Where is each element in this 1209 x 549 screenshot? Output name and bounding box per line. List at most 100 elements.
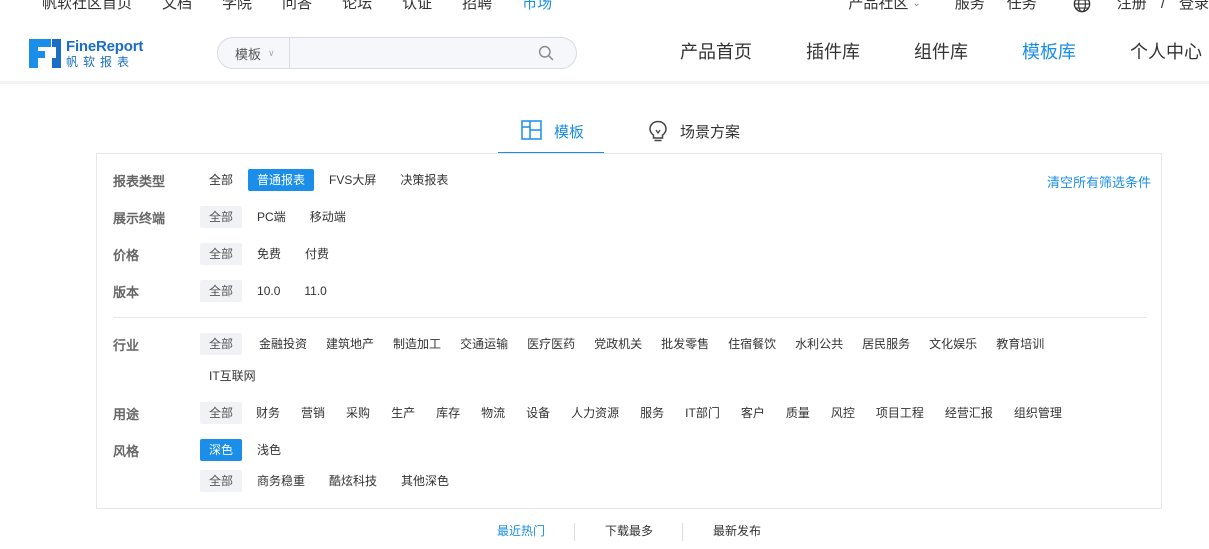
- filter-option[interactable]: 浅色: [248, 439, 290, 461]
- chevron-down-icon: ⌄: [912, 0, 921, 9]
- filter-option[interactable]: IT部门: [676, 402, 729, 424]
- content-tabs: 模板 场景方案: [498, 117, 740, 154]
- register-link[interactable]: 注册: [1117, 0, 1147, 18]
- filter-option[interactable]: 客户: [732, 402, 774, 424]
- globe-icon[interactable]: [1073, 0, 1091, 13]
- top-link-forum[interactable]: 论坛: [342, 0, 372, 18]
- filter-option[interactable]: 生产: [382, 402, 424, 424]
- clear-filters-link[interactable]: 清空所有筛选条件: [1047, 172, 1151, 191]
- filter-option[interactable]: 建筑地产: [317, 333, 383, 355]
- nav-template-store[interactable]: 模板库: [1022, 38, 1076, 64]
- product-community-link[interactable]: 产品社区: [848, 0, 908, 18]
- filter-option[interactable]: 风控: [822, 402, 864, 424]
- filter-option[interactable]: 居民服务: [853, 333, 919, 355]
- finereport-logo-icon: [29, 39, 61, 68]
- filter-option-selected[interactable]: 全部: [200, 243, 243, 265]
- filter-row-style: 风格 深色 浅色: [113, 439, 296, 461]
- filter-option[interactable]: 营销: [292, 402, 334, 424]
- filter-option[interactable]: 服务: [631, 402, 673, 424]
- filter-option-selected[interactable]: 全部: [200, 402, 243, 424]
- filter-row-industry-cont: IT互联网: [200, 365, 271, 387]
- filter-option[interactable]: 组织管理: [1005, 402, 1071, 424]
- filter-option[interactable]: FVS大屏: [320, 169, 385, 191]
- logo[interactable]: FineReport 帆软报表: [28, 36, 144, 70]
- filter-option[interactable]: 10.0: [248, 280, 289, 302]
- filter-option[interactable]: 其他深色: [392, 470, 458, 492]
- filter-option-selected[interactable]: 深色: [200, 439, 243, 461]
- filter-option[interactable]: 党政机关: [585, 333, 651, 355]
- filter-option[interactable]: 批发零售: [652, 333, 718, 355]
- filter-option[interactable]: 采购: [337, 402, 379, 424]
- filter-option[interactable]: 水利公共: [786, 333, 852, 355]
- filter-row-usage: 用途 全部 财务 营销 采购 生产 库存 物流 设备 人力资源 服务 IT部门 …: [113, 402, 1077, 424]
- filter-option[interactable]: 金融投资: [250, 333, 316, 355]
- sort-most-downloaded[interactable]: 下载最多: [605, 522, 653, 539]
- filter-option[interactable]: 住宿餐饮: [719, 333, 785, 355]
- tab-scene-label: 场景方案: [680, 124, 741, 141]
- filter-option[interactable]: 设备: [517, 402, 559, 424]
- filter-option[interactable]: 酷炫科技: [320, 470, 386, 492]
- tab-scene-solution[interactable]: 场景方案: [648, 117, 740, 154]
- top-link-docs[interactable]: 文档: [162, 0, 192, 18]
- filter-option[interactable]: 医疗医药: [518, 333, 584, 355]
- logo-text-en: FineReport: [66, 37, 144, 55]
- filter-option[interactable]: 质量: [777, 402, 819, 424]
- filter-option[interactable]: 财务: [247, 402, 289, 424]
- lightbulb-icon: [649, 120, 667, 142]
- sort-recent-hot[interactable]: 最近热门: [497, 522, 545, 539]
- auth-divider: /: [1160, 0, 1165, 12]
- logo-text-cn: 帆软报表: [66, 54, 135, 69]
- filter-label: 风格: [113, 443, 140, 459]
- filter-option[interactable]: 决策报表: [391, 169, 457, 191]
- top-link-cert[interactable]: 认证: [402, 0, 432, 18]
- login-link[interactable]: 登录: [1179, 0, 1209, 18]
- service-link[interactable]: 服务: [955, 0, 985, 18]
- filter-option[interactable]: PC端: [248, 206, 295, 228]
- search-scope-select[interactable]: 模板 ∨: [218, 38, 290, 68]
- nav-plugin-store[interactable]: 插件库: [806, 38, 860, 64]
- nav-personal-center[interactable]: 个人中心: [1130, 38, 1202, 64]
- task-link[interactable]: 任务: [1007, 0, 1037, 18]
- filter-option[interactable]: 人力资源: [562, 402, 628, 424]
- top-link-home[interactable]: 帆软社区首页: [42, 0, 132, 18]
- top-link-jobs[interactable]: 招聘: [462, 0, 492, 18]
- filter-option[interactable]: 商务稳重: [248, 470, 314, 492]
- nav-product-home[interactable]: 产品首页: [680, 38, 752, 64]
- filter-label: 行业: [113, 337, 140, 353]
- top-link-academy[interactable]: 学院: [222, 0, 252, 18]
- filter-option-selected[interactable]: 全部: [200, 280, 243, 302]
- filter-option[interactable]: 免费: [248, 243, 290, 265]
- filter-option[interactable]: 移动端: [301, 206, 355, 228]
- filter-option[interactable]: 付费: [296, 243, 338, 265]
- search-icon[interactable]: [538, 45, 554, 61]
- filter-option[interactable]: 库存: [427, 402, 469, 424]
- sort-newest[interactable]: 最新发布: [713, 522, 761, 539]
- filter-option[interactable]: 全部: [200, 169, 242, 191]
- filter-option[interactable]: 教育培训: [987, 333, 1053, 355]
- search-input[interactable]: [290, 38, 538, 68]
- filter-option[interactable]: 交通运输: [451, 333, 517, 355]
- filter-option[interactable]: 文化娱乐: [920, 333, 986, 355]
- sort-divider: [574, 523, 575, 541]
- filter-option[interactable]: 11.0: [295, 280, 335, 302]
- filter-option-selected[interactable]: 全部: [200, 333, 243, 355]
- chevron-down-icon: ∨: [268, 47, 275, 58]
- filter-option[interactable]: 项目工程: [867, 402, 933, 424]
- filter-option-selected[interactable]: 全部: [200, 206, 243, 228]
- filter-option-selected[interactable]: 普通报表: [248, 169, 315, 191]
- filter-option[interactable]: IT互联网: [200, 365, 265, 387]
- main-nav: 产品首页 插件库 组件库 模板库 个人中心: [626, 18, 1209, 84]
- nav-component-store[interactable]: 组件库: [914, 38, 968, 64]
- filter-row-version: 版本 全部 10.0 11.0: [113, 280, 342, 302]
- tab-template[interactable]: 模板: [498, 117, 604, 154]
- filter-option-selected[interactable]: 全部: [200, 470, 243, 492]
- filter-divider: [113, 317, 1147, 318]
- filter-option[interactable]: 物流: [472, 402, 514, 424]
- filter-option[interactable]: 制造加工: [384, 333, 450, 355]
- filter-option[interactable]: 经营汇报: [936, 402, 1002, 424]
- filter-label: 报表类型: [113, 173, 166, 189]
- top-link-qa[interactable]: 问答: [282, 0, 312, 18]
- filter-row-style-sub: 全部 商务稳重 酷炫科技 其他深色: [200, 470, 464, 492]
- top-link-market[interactable]: 市场: [522, 0, 552, 18]
- top-bar: 帆软社区首页 文档 学院 问答 论坛 认证 招聘 市场 产品社区 ⌄ 服务 任务…: [0, 0, 1209, 18]
